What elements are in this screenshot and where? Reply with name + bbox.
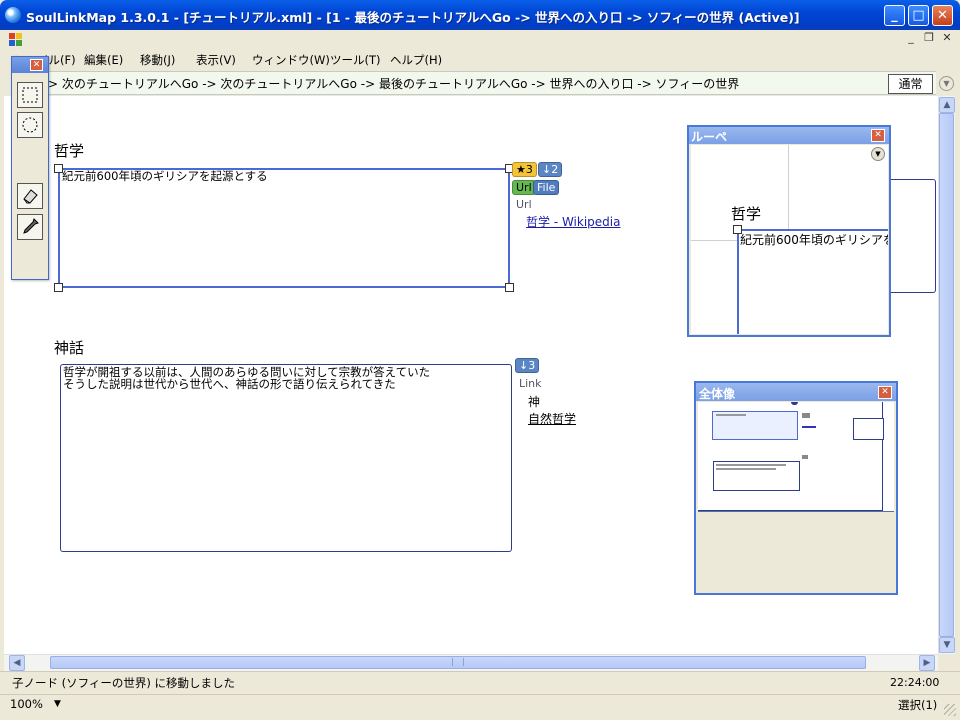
resize-handle-bottom-right[interactable] [505, 283, 514, 292]
resize-handle-top-left[interactable] [54, 164, 63, 173]
mdi-restore-button[interactable]: ❐ [922, 31, 936, 47]
menu-move[interactable]: 移動(J) [140, 52, 175, 68]
scroll-right-button[interactable]: ▶ [919, 655, 935, 671]
links-label: Url [516, 198, 532, 211]
menu-help[interactable]: ヘルプ(H) [390, 52, 442, 68]
child-node-link[interactable]: 自然哲学 [528, 410, 576, 427]
star-badge[interactable]: ★3 [512, 162, 537, 177]
mini-text [716, 464, 786, 466]
node-title[interactable]: 神話 [52, 337, 87, 357]
menu-tools[interactable]: ツール(T) [330, 52, 381, 68]
mini-link [802, 426, 816, 428]
menu-edit[interactable]: 編集(E) [84, 52, 123, 68]
star-count: ★3 [516, 163, 533, 176]
children-count-badge[interactable]: ↓2 [538, 162, 563, 177]
links-label: Link [519, 377, 542, 390]
node-title[interactable]: 哲学 [52, 140, 87, 160]
mini-text [716, 414, 746, 416]
eyedropper-icon [23, 218, 39, 234]
resize-grip-icon[interactable] [944, 704, 956, 716]
loupe-node-title: 哲学 [731, 205, 762, 223]
breadcrumb[interactable]: > 次のチュートリアルへGo -> 次のチュートリアルへGo -> 最後のチュー… [48, 75, 739, 92]
rect-select-icon [22, 87, 38, 103]
zoom-select[interactable]: 100% [10, 697, 43, 711]
scroll-down-button[interactable]: ▼ [939, 637, 955, 653]
node-box[interactable] [60, 364, 512, 552]
mini-text [716, 468, 776, 470]
url-link[interactable]: 哲学 - Wikipedia [526, 213, 620, 230]
node-box-offscreen[interactable] [891, 179, 936, 293]
app-logo-icon[interactable] [5, 7, 21, 23]
maximize-button[interactable]: □ [908, 5, 929, 26]
loupe-title: ルーペ [691, 130, 728, 144]
eraser-tool[interactable] [17, 183, 43, 209]
vertical-scroll-thumb[interactable] [939, 113, 954, 637]
maximize-icon: □ [912, 8, 925, 23]
rect-select-tool[interactable] [17, 82, 43, 108]
menu-window[interactable]: ウィンドウ(W) [252, 52, 330, 68]
mdi-close-button[interactable]: ✕ [940, 31, 954, 47]
mini-badge [802, 455, 808, 459]
node-box-selected[interactable] [58, 168, 510, 288]
close-icon: ✕ [937, 8, 948, 23]
loupe-view: 哲学 紀元前600年頃のギリシアを起源とする [691, 145, 888, 334]
children-count-badge[interactable]: ↓3 [515, 358, 540, 373]
close-window-button[interactable]: ✕ [932, 5, 953, 26]
mini-badge [802, 413, 810, 418]
close-icon[interactable]: ✕ [30, 59, 43, 71]
mdi-minimize-button[interactable]: _ [904, 31, 918, 47]
eraser-icon [23, 189, 38, 204]
overview-minimap[interactable] [698, 402, 894, 512]
dropdown-caret-icon[interactable]: ▼ [54, 699, 61, 709]
ellipse-select-tool[interactable] [17, 112, 43, 138]
chevron-down-icon[interactable]: ▼ [939, 76, 954, 91]
window-title: SoulLinkMap 1.3.0.1 - [チュートリアル.xml] - [1… [26, 10, 800, 25]
selection-count: 選択(1) [898, 698, 938, 712]
zoom-bar [0, 694, 960, 720]
resize-handle-bottom-left[interactable] [54, 283, 63, 292]
mini-node [853, 418, 884, 440]
mdi-control-strip [0, 30, 960, 50]
dropdown-icon[interactable]: ▼ [871, 147, 885, 161]
scroll-left-button[interactable]: ◀ [9, 655, 25, 671]
document-icon[interactable] [9, 33, 23, 47]
menu-view[interactable]: 表示(V) [196, 52, 236, 68]
mode-button[interactable]: 通常 [888, 74, 933, 94]
close-icon[interactable]: ✕ [878, 386, 892, 399]
close-icon[interactable]: ✕ [871, 129, 885, 142]
node-body-line: 紀元前600年頃のギリシアを起源とする [62, 169, 268, 183]
minimize-icon: _ [891, 8, 898, 23]
scroll-up-button[interactable]: ▲ [939, 97, 955, 113]
status-message: 子ノード (ソフィーの世界) に移動しました [12, 676, 236, 690]
scroll-grip-icon [452, 658, 464, 666]
child-node-link[interactable]: 神 [528, 393, 540, 410]
minimize-button[interactable]: _ [884, 5, 905, 26]
file-badge[interactable]: File [533, 180, 560, 195]
eyedropper-tool[interactable] [17, 214, 43, 240]
node-body-line: そうした説明は世代から世代へ、神話の形で語り伝えられてきた [63, 377, 396, 391]
loupe-node-body: 紀元前600年頃のギリシアを起源とする [740, 233, 888, 247]
overview-title: 全体像 [699, 387, 736, 401]
ellipse-select-icon [22, 117, 38, 133]
status-time: 22:24:00 [890, 676, 940, 689]
